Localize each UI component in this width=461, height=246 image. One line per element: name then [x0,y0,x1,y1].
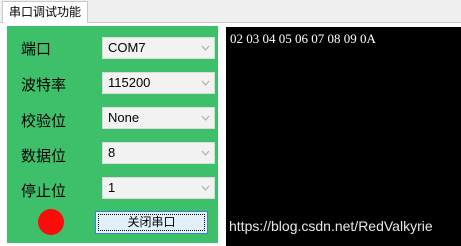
parity-value: None [108,110,140,125]
tab-serial-debug[interactable]: 串口调试功能 [2,1,89,23]
port-status-indicator [38,209,64,235]
receive-text: 02 03 04 05 06 07 08 09 0A [230,31,376,46]
parity-label: 校验位 [21,112,67,130]
stopbits-select[interactable]: 1 [102,177,215,199]
chevron-down-icon [201,80,210,86]
chevron-down-icon [201,150,210,156]
databits-select[interactable]: 8 [102,142,215,164]
databits-value: 8 [108,145,116,160]
chevron-down-icon [201,115,210,121]
baudrate-select[interactable]: 115200 [102,72,215,94]
databits-label: 数据位 [21,147,67,165]
receive-textbox[interactable]: 02 03 04 05 06 07 08 09 0A [226,27,461,246]
baudrate-value: 115200 [108,75,151,90]
port-label: 端口 [21,40,52,58]
port-select[interactable]: COM7 [102,37,215,59]
stopbits-value: 1 [108,180,116,195]
close-port-button[interactable]: 关闭串口 [95,211,208,234]
port-value: COM7 [108,40,146,55]
tab-bar: 串口调试功能 [0,0,461,23]
stopbits-label: 停止位 [21,182,67,200]
parity-select[interactable]: None [102,107,215,129]
watermark: https://blog.csdn.net/RedValkyrie [229,218,433,234]
chevron-down-icon [201,185,210,191]
baudrate-label: 波特率 [21,76,67,94]
chevron-down-icon [201,45,210,51]
